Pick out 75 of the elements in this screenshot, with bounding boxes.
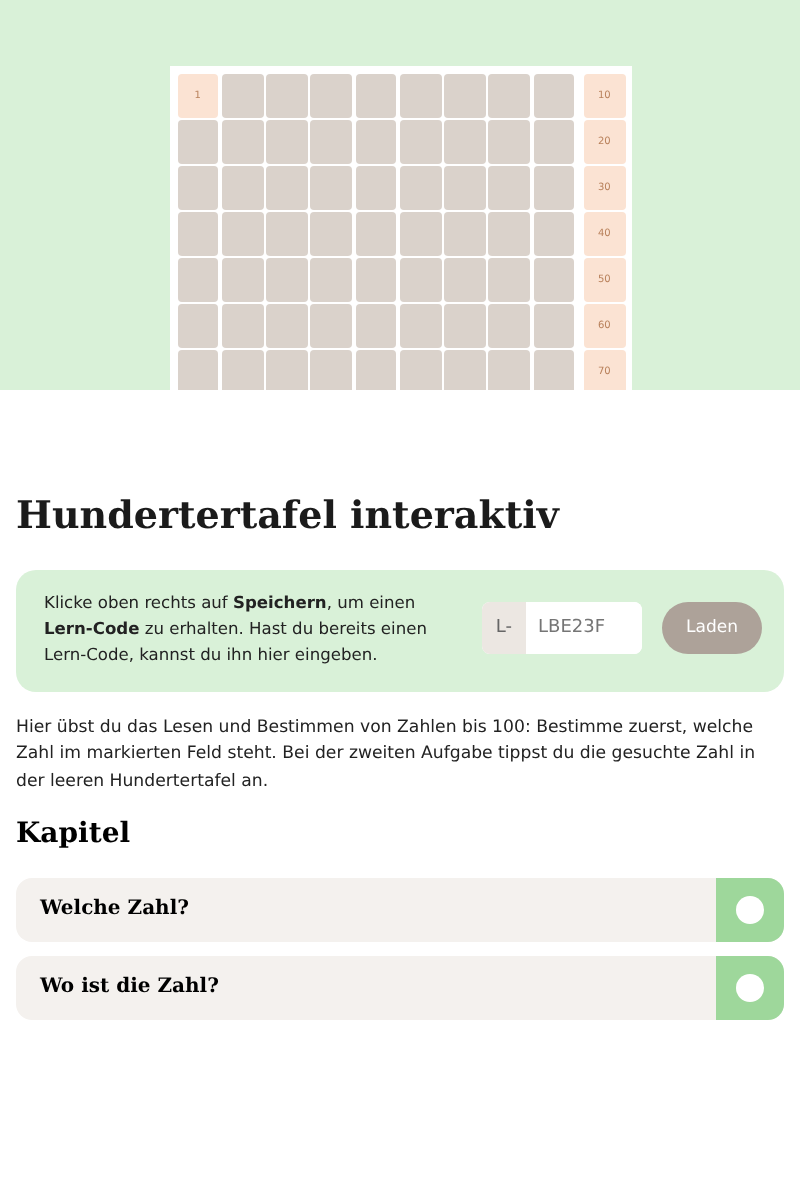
blank-cell[interactable] xyxy=(310,304,352,347)
blank-cell[interactable] xyxy=(533,350,575,390)
blank-cell[interactable] xyxy=(444,350,486,390)
code-field[interactable]: L- LBE23F xyxy=(481,602,643,655)
blank-cell[interactable] xyxy=(221,350,263,390)
description: Hier übst du das Lesen und Bestimmen von Zahlen bis 100: Bestimme zuerst, welche Zahl im markierten Feld steht. Bei der zweiten Aufgabe tippst du die gesuchte Zahl in der leeren Hundertertafel an. xyxy=(16,715,758,797)
blank-cell[interactable] xyxy=(533,166,575,209)
blank-cell[interactable] xyxy=(177,166,219,209)
blank-cell[interactable] xyxy=(488,166,530,209)
chapter-toggle[interactable] xyxy=(716,877,784,942)
blank-cell[interactable] xyxy=(399,74,441,117)
blank-cell[interactable] xyxy=(399,304,441,347)
chapter-item[interactable]: Welche Zahl? xyxy=(16,877,784,942)
blank-cell[interactable] xyxy=(399,350,441,390)
blank-cell[interactable] xyxy=(444,212,486,255)
blank-cell[interactable] xyxy=(355,212,397,255)
blank-cell[interactable] xyxy=(399,212,441,255)
blank-cell[interactable] xyxy=(488,304,530,347)
blank-cell[interactable] xyxy=(533,258,575,301)
blank-cell[interactable] xyxy=(355,350,397,390)
blank-cell[interactable] xyxy=(355,304,397,347)
blank-cell[interactable] xyxy=(177,304,219,347)
blank-cell[interactable] xyxy=(266,74,308,117)
blank-cell[interactable] xyxy=(266,304,308,347)
blank-cell[interactable] xyxy=(177,120,219,163)
blank-cell[interactable] xyxy=(221,74,263,117)
blank-cell[interactable] xyxy=(355,166,397,209)
blank-cell[interactable] xyxy=(266,120,308,163)
blank-cell[interactable] xyxy=(266,166,308,209)
section-heading: Kapitel xyxy=(16,817,133,850)
blank-cell[interactable] xyxy=(266,350,308,390)
blank-cell[interactable] xyxy=(221,166,263,209)
blank-cell[interactable] xyxy=(310,120,352,163)
blank-cell[interactable] xyxy=(444,166,486,209)
blank-cell[interactable] xyxy=(310,350,352,390)
blank-cell[interactable] xyxy=(221,120,263,163)
blank-cell[interactable] xyxy=(488,74,530,117)
page-title: Hundertertafel interaktiv xyxy=(16,494,562,538)
blank-cell[interactable] xyxy=(310,212,352,255)
blank-cell[interactable] xyxy=(355,120,397,163)
code-instructions: Klicke oben rechts auf Speichern, um einen Lern-Code zu erhalten. Hast du bereits einen Lern-Code, kannst du ihn hier eingeben. xyxy=(44,590,429,668)
blank-cell[interactable] xyxy=(355,74,397,117)
blank-cell[interactable] xyxy=(533,304,575,347)
load-button[interactable]: Laden xyxy=(662,602,762,655)
blank-cell[interactable] xyxy=(399,258,441,301)
blank-cell[interactable] xyxy=(444,74,486,117)
blank-cell[interactable] xyxy=(177,258,219,301)
blank-cell[interactable] xyxy=(310,74,352,117)
blank-cell[interactable] xyxy=(177,350,219,390)
blank-cell[interactable] xyxy=(399,166,441,209)
blank-cell[interactable] xyxy=(444,258,486,301)
blank-cell[interactable] xyxy=(488,212,530,255)
blank-cell[interactable] xyxy=(221,258,263,301)
blank-cell[interactable] xyxy=(533,212,575,255)
circle-icon xyxy=(736,895,764,924)
blank-cell[interactable] xyxy=(221,304,263,347)
blank-cell[interactable] xyxy=(488,258,530,301)
code-prefix: L- xyxy=(481,602,527,655)
blank-cell[interactable] xyxy=(444,120,486,163)
blank-cell[interactable] xyxy=(310,258,352,301)
blank-cell[interactable] xyxy=(310,166,352,209)
blank-cell[interactable] xyxy=(533,74,575,117)
blank-cell[interactable] xyxy=(266,212,308,255)
blank-cell[interactable] xyxy=(177,212,219,255)
blank-cell[interactable] xyxy=(488,350,530,390)
blank-cell[interactable] xyxy=(488,120,530,163)
chapter-item[interactable]: Wo ist die Zahl? xyxy=(16,955,784,1020)
blank-cell[interactable] xyxy=(444,304,486,347)
blank-cell[interactable] xyxy=(355,258,397,301)
blank-cell[interactable] xyxy=(399,120,441,163)
blank-cell[interactable] xyxy=(221,212,263,255)
blank-cell[interactable] xyxy=(533,120,575,163)
chapter-toggle[interactable] xyxy=(716,955,784,1020)
circle-icon xyxy=(736,973,764,1002)
blank-cell[interactable] xyxy=(266,258,308,301)
